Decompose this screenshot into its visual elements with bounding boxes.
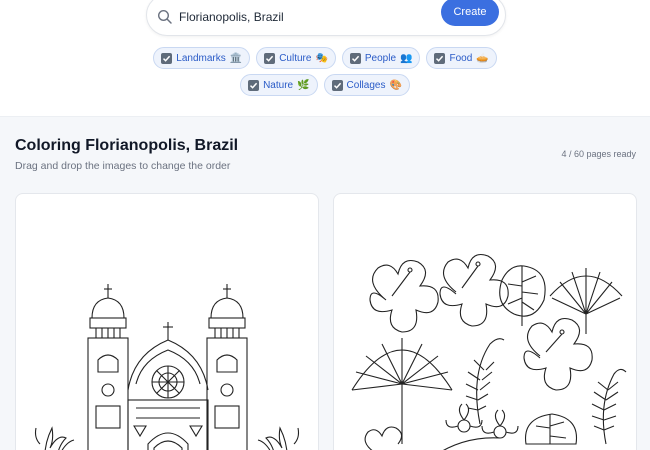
search-bar: Create xyxy=(146,0,506,36)
pie-icon: 🥧 xyxy=(476,52,489,64)
top-bar: Create Landmarks 🏛️ Culture 🎭 People 👥 F… xyxy=(0,0,650,116)
landmark-icon: 🏛️ xyxy=(229,52,243,64)
chip-label: People xyxy=(364,52,397,64)
coloring-page-card-nature[interactable] xyxy=(333,193,637,450)
chip-collages[interactable]: Collages 🎨 xyxy=(323,74,410,96)
page-subtitle: Drag and drop the images to change the o… xyxy=(15,160,231,172)
tropical-plants-illustration xyxy=(351,253,627,450)
chip-culture[interactable]: Culture 🎭 xyxy=(256,47,336,69)
search-icon xyxy=(157,9,172,24)
chip-landmarks[interactable]: Landmarks 🏛️ xyxy=(153,47,251,69)
checkbox-checked-icon[interactable] xyxy=(264,52,276,64)
checkbox-checked-icon[interactable] xyxy=(434,52,446,64)
chip-nature[interactable]: Nature 🌿 xyxy=(240,74,318,96)
chip-food[interactable]: Food 🥧 xyxy=(426,47,497,69)
chip-label: Nature xyxy=(263,79,294,91)
chip-label: Food xyxy=(449,52,473,64)
chip-label: Collages xyxy=(346,79,386,91)
chip-label: Culture xyxy=(279,52,312,64)
search-input[interactable] xyxy=(179,10,429,24)
people-icon: 👥 xyxy=(400,52,413,64)
gallery-area: Coloring Florianopolis, Brazil Drag and … xyxy=(0,116,650,450)
create-button[interactable]: Create xyxy=(441,0,499,26)
checkbox-checked-icon[interactable] xyxy=(248,79,260,91)
checkbox-checked-icon[interactable] xyxy=(331,79,343,91)
checkbox-checked-icon[interactable] xyxy=(161,52,173,64)
coloring-page-card-cathedral[interactable] xyxy=(15,193,319,450)
pages-ready-status: 4 / 60 pages ready xyxy=(561,149,636,159)
chip-people[interactable]: People 👥 xyxy=(341,47,421,69)
chip-label: Landmarks xyxy=(176,52,226,64)
leaf-icon: 🌿 xyxy=(297,79,310,91)
category-chips: Landmarks 🏛️ Culture 🎭 People 👥 Food 🥧 N… xyxy=(0,47,650,101)
palette-icon: 🎨 xyxy=(389,79,402,91)
checkbox-checked-icon[interactable] xyxy=(349,52,361,64)
cathedral-illustration xyxy=(34,284,300,450)
page-title: Coloring Florianopolis, Brazil xyxy=(15,137,239,154)
theater-masks-icon: 🎭 xyxy=(315,52,328,64)
